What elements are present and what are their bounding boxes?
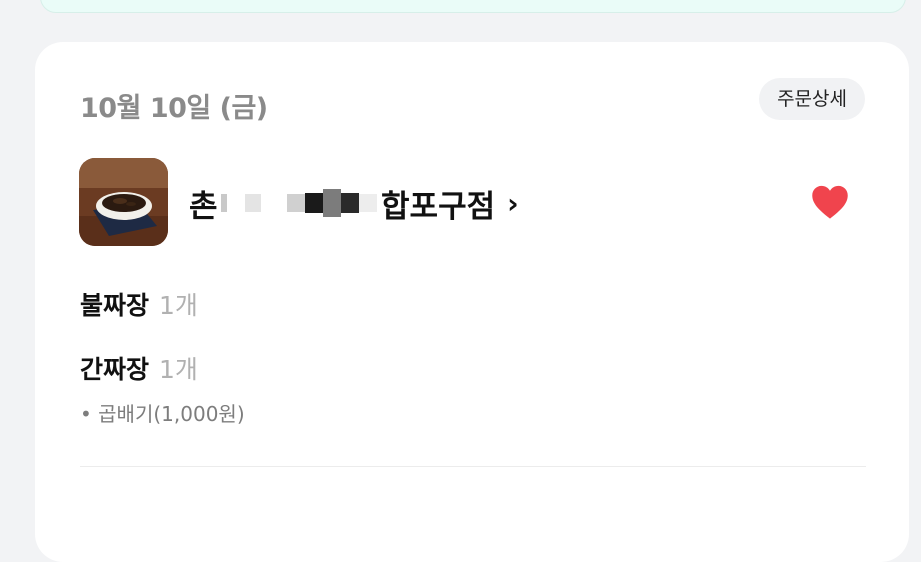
divider [80,466,866,467]
chevron-right-icon: › [507,186,519,220]
item-name: 간짜장 [80,355,150,384]
order-date: 10월 10일 (금) [80,93,268,124]
previous-card-edge [40,0,906,13]
store-thumbnail[interactable] [79,158,168,246]
heart-icon[interactable] [811,184,849,220]
order-item: 간짜장 1개 [80,350,198,386]
item-quantity: 1개 [159,291,198,320]
item-quantity: 1개 [159,355,198,384]
store-name-end: 합포구점 [381,188,496,225]
redacted-store-name-mosaic [221,183,378,223]
item-option: • 곱배기(1,000원) [80,402,245,426]
item-name: 불짜장 [80,291,150,320]
order-card: 10월 10일 (금) 주문상세 촌 합포구점 › 불짜장 1개 간짜장 1개 … [35,42,909,562]
store-name-start: 촌 [189,188,218,225]
order-item: 불짜장 1개 [80,286,198,322]
jajangmyeon-image [79,158,168,246]
order-detail-button[interactable]: 주문상세 [759,78,865,120]
store-link[interactable]: 촌 합포구점 › [189,181,519,225]
